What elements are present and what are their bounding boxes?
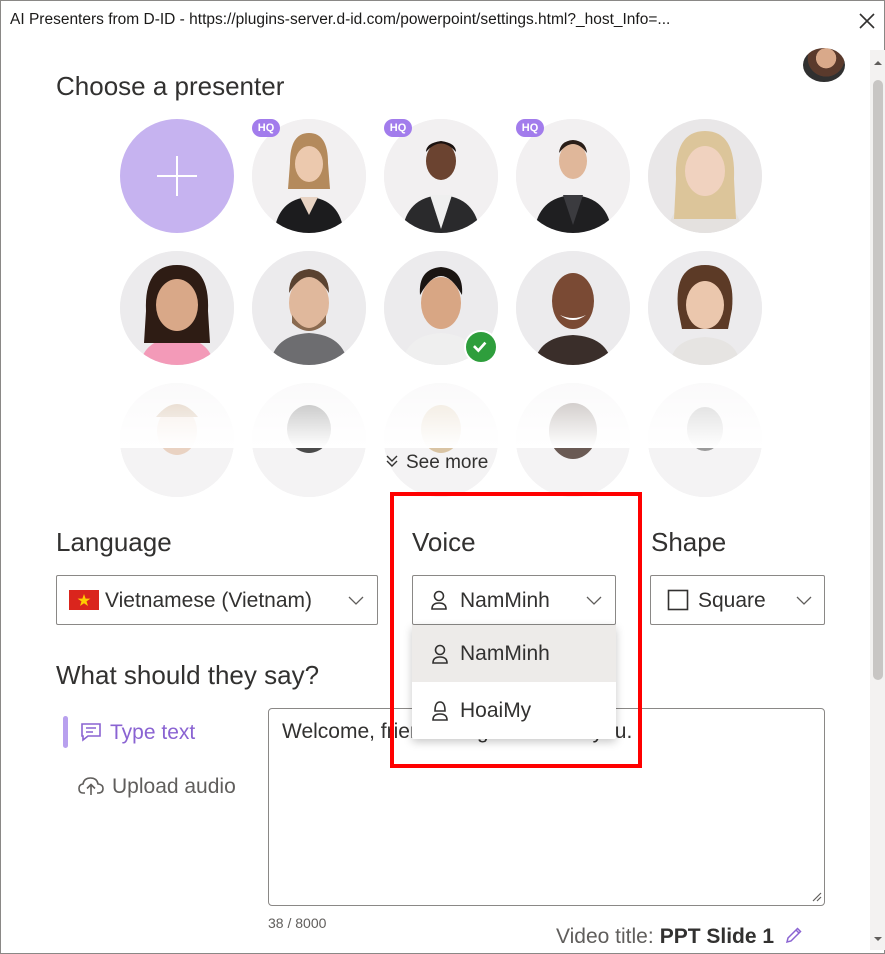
hq-badge: HQ (252, 119, 280, 137)
plus-icon (157, 156, 197, 196)
title-bar: AI Presenters from D-ID - https://plugin… (0, 0, 885, 40)
chevron-down-icon (348, 596, 364, 605)
vietnam-flag-icon (69, 590, 99, 610)
video-title-label: Video title: (556, 925, 654, 948)
upload-audio-tab[interactable]: Upload audio (78, 775, 236, 799)
pencil-icon[interactable] (784, 925, 804, 945)
highlight-box (390, 492, 642, 768)
window-title: AI Presenters from D-ID - https://plugin… (10, 11, 671, 28)
character-count: 38 / 8000 (268, 915, 327, 931)
type-text-label: Type text (110, 721, 196, 744)
type-text-tab[interactable]: Type text (80, 721, 195, 745)
see-more-link[interactable]: See more (384, 452, 488, 474)
presenter-avatar[interactable] (252, 251, 366, 365)
language-label: Language (56, 527, 172, 557)
chevron-down-icon (796, 596, 812, 605)
shape-dropdown[interactable]: Square (650, 575, 825, 625)
shape-value: Square (698, 589, 766, 612)
shape-label: Shape (651, 527, 727, 557)
see-more-label: See more (406, 452, 489, 473)
presenter-heading: Choose a presenter (56, 71, 285, 101)
text-bubble-icon (81, 723, 101, 742)
video-title: Video title: PPT Slide 1 (556, 925, 804, 949)
language-dropdown[interactable]: Vietnamese (Vietnam) (56, 575, 378, 625)
hq-badge: HQ (384, 119, 412, 137)
double-chevron-down-icon (386, 455, 398, 467)
presenter-avatar[interactable] (648, 251, 762, 365)
video-title-value: PPT Slide 1 (659, 925, 775, 948)
add-presenter-button[interactable] (120, 119, 234, 233)
presenter-avatar[interactable] (120, 251, 234, 365)
square-icon (667, 589, 689, 611)
presenter-avatar[interactable] (648, 119, 762, 233)
close-button[interactable] (852, 6, 882, 36)
script-heading: What should they say? (56, 660, 320, 690)
close-icon (859, 13, 875, 29)
scrollbar-thumb[interactable] (873, 80, 883, 680)
language-value: Vietnamese (Vietnam) (105, 589, 312, 612)
resize-grip-icon[interactable] (810, 890, 822, 902)
upload-audio-label: Upload audio (112, 775, 236, 798)
hq-badge: HQ (516, 119, 544, 137)
scroll-down-arrow-icon[interactable] (873, 934, 883, 944)
cloud-upload-icon (78, 777, 104, 795)
scroll-up-arrow-icon[interactable] (873, 58, 883, 68)
active-mode-indicator (63, 716, 68, 748)
selected-check-icon (464, 330, 498, 364)
gallery-fade (110, 378, 780, 448)
user-avatar[interactable] (803, 48, 845, 82)
presenter-avatar[interactable] (516, 251, 630, 365)
